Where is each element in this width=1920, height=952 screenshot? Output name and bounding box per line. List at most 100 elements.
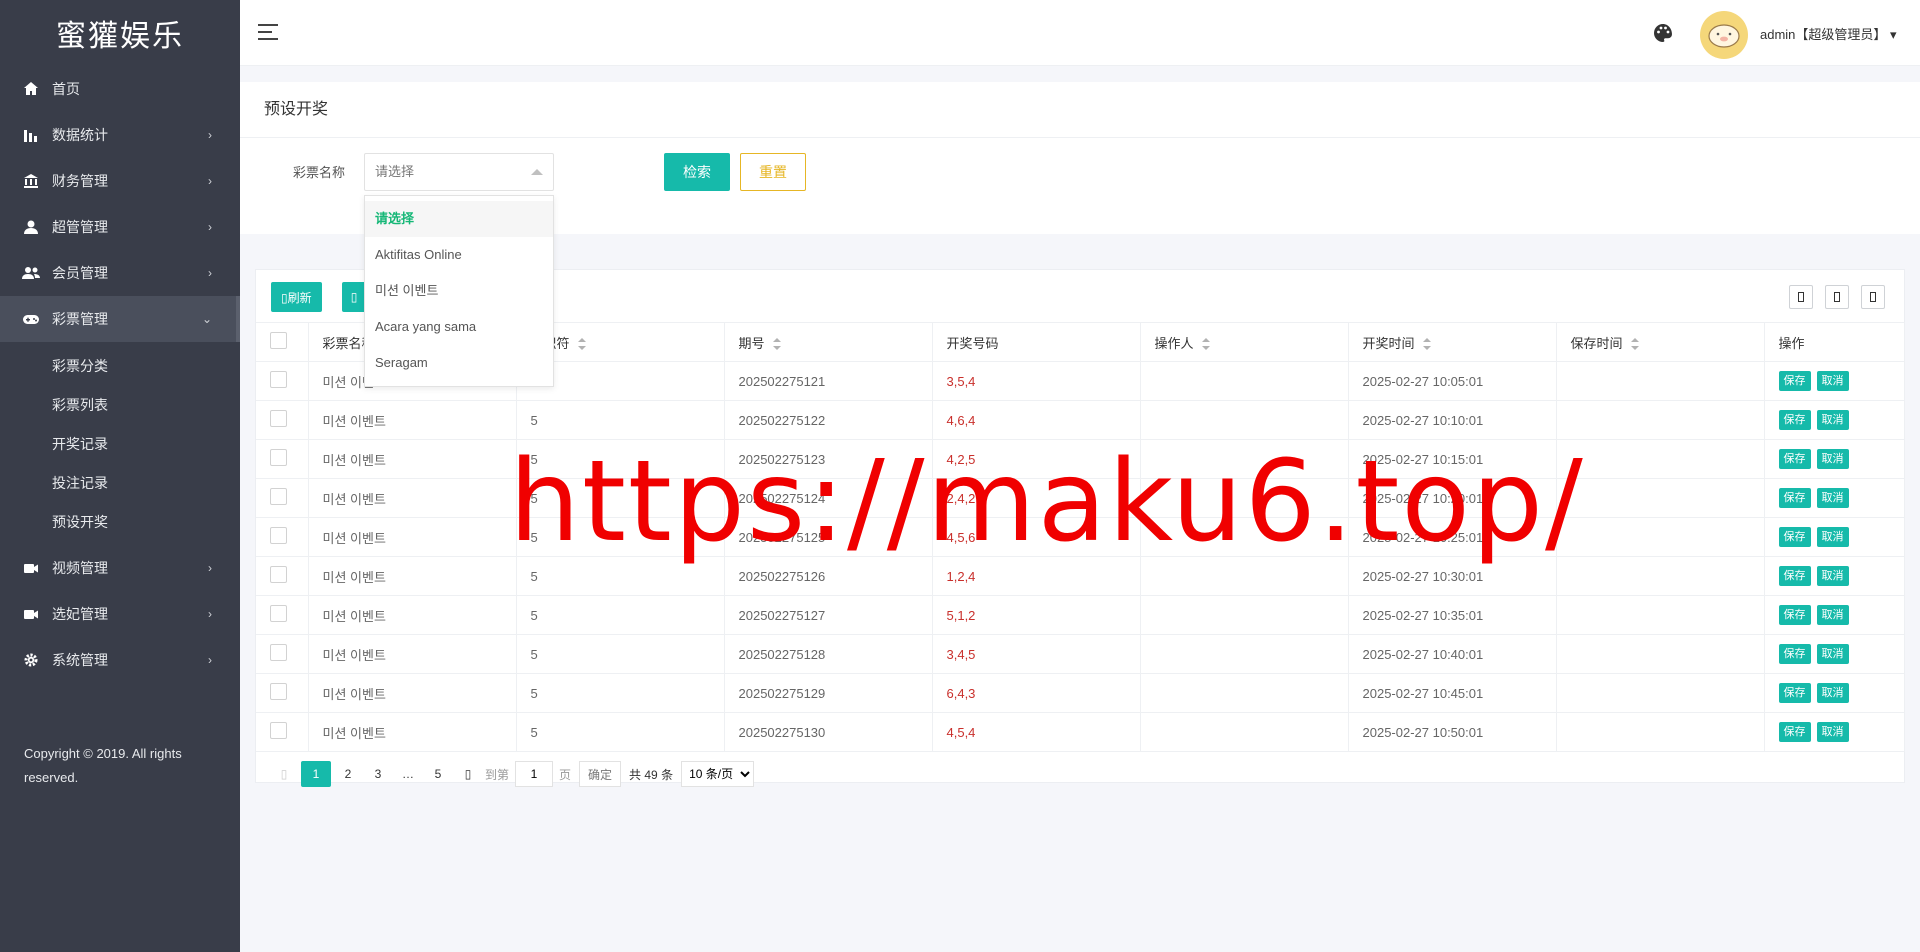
refresh-button[interactable]: ▯刷新: [271, 282, 322, 312]
table-row: 미션 이벤트 5 202502275124 2,4,2 2025-02-27 10:20…: [256, 478, 1905, 518]
cancel-button[interactable]: 取消: [1816, 683, 1849, 703]
save-button[interactable]: 保存: [1778, 605, 1811, 625]
next-page-icon[interactable]: ▯: [455, 761, 481, 787]
toolbar-button-2[interactable]: ▯: [342, 282, 366, 312]
table-cell: 2025-02-27 10:30:01: [1348, 556, 1557, 596]
columns-icon[interactable]: [1789, 285, 1813, 309]
menu-toggle-icon[interactable]: [258, 24, 278, 40]
row-checkbox[interactable]: [270, 644, 287, 661]
submenu-item-4[interactable]: 预设开奖: [0, 502, 240, 541]
lottery-select[interactable]: 请选择: [364, 153, 554, 191]
save-button[interactable]: 保存: [1778, 488, 1811, 508]
palette-icon[interactable]: [1652, 22, 1674, 44]
table-cell: [1140, 712, 1349, 752]
sidebar-item-bottom-0[interactable]: 视频管理 ›: [0, 545, 240, 591]
submenu-item-0[interactable]: 彩票分类: [0, 346, 240, 385]
save-button[interactable]: 保存: [1778, 566, 1811, 586]
sidebar-item-top-0[interactable]: 首页: [0, 66, 240, 112]
table-cell: 2025-02-27 10:20:01: [1348, 478, 1557, 518]
cancel-button[interactable]: 取消: [1816, 527, 1849, 547]
row-select-cell: [256, 400, 309, 440]
sidebar-item-bottom-2[interactable]: 系统管理 ›: [0, 637, 240, 683]
save-button[interactable]: 保存: [1778, 449, 1811, 469]
save-button[interactable]: 保存: [1778, 371, 1811, 391]
column-header[interactable]: 开奖时间: [1348, 322, 1557, 362]
cancel-button[interactable]: 取消: [1816, 371, 1849, 391]
row-select-cell: [256, 634, 309, 674]
row-checkbox[interactable]: [270, 371, 287, 388]
submenu-item-3[interactable]: 投注记录: [0, 463, 240, 502]
cancel-button[interactable]: 取消: [1816, 605, 1849, 625]
row-checkbox[interactable]: [270, 410, 287, 427]
search-button[interactable]: 检索: [664, 153, 730, 191]
row-checkbox[interactable]: [270, 683, 287, 700]
page-input[interactable]: [515, 761, 554, 787]
submenu-item-1[interactable]: 彩票列表: [0, 385, 240, 424]
row-checkbox[interactable]: [270, 449, 287, 466]
print-icon[interactable]: [1861, 285, 1885, 309]
table-cell: [1140, 439, 1349, 479]
reset-button[interactable]: 重置: [740, 153, 806, 191]
table-row: 미션 이벤트 5 202502275128 3,4,5 2025-02-27 10:40…: [256, 634, 1905, 674]
save-button[interactable]: 保存: [1778, 722, 1811, 742]
sidebar-item-top-1[interactable]: 数据统计 ›: [0, 112, 240, 158]
column-header-label: 操作: [1778, 335, 1805, 351]
user-menu[interactable]: admin【超级管理员】 ▾: [1760, 24, 1897, 43]
sort-icon[interactable]: [772, 338, 781, 351]
page-confirm-button[interactable]: 确定: [579, 761, 622, 787]
table-cell: 미션 이벤트: [308, 400, 517, 440]
submenu-item-2[interactable]: 开奖记录: [0, 424, 240, 463]
sidebar-item-top-4[interactable]: 会员管理 ›: [0, 250, 240, 296]
dropdown-option[interactable]: Acara yang sama: [365, 309, 553, 345]
caret-up-icon: [531, 169, 543, 175]
page-link[interactable]: 2: [335, 761, 361, 787]
table-cell: 3,5,4: [932, 361, 1141, 401]
prev-page-icon[interactable]: ▯: [271, 761, 297, 787]
row-checkbox[interactable]: [270, 527, 287, 544]
row-checkbox[interactable]: [270, 488, 287, 505]
column-header: 开奖号码: [932, 322, 1141, 362]
export-icon[interactable]: [1825, 285, 1849, 309]
page-link[interactable]: 1: [301, 761, 331, 787]
save-button[interactable]: 保存: [1778, 410, 1811, 430]
dropdown-option[interactable]: Aktifitas Online: [365, 237, 553, 273]
sidebar-item-top-5[interactable]: 彩票管理 ⌄: [0, 296, 240, 342]
table-cell: 202502275125: [724, 517, 933, 557]
cancel-button[interactable]: 取消: [1816, 566, 1849, 586]
sidebar-item-label: 超管管理: [52, 219, 108, 235]
table-cell: 2025-02-27 10:45:01: [1348, 673, 1557, 713]
select-all-checkbox[interactable]: [270, 332, 287, 349]
page-link[interactable]: 5: [425, 761, 451, 787]
cancel-button[interactable]: 取消: [1816, 488, 1849, 508]
save-button[interactable]: 保存: [1778, 644, 1811, 664]
avatar[interactable]: [1700, 11, 1748, 59]
sidebar-item-bottom-1[interactable]: 选妃管理 ›: [0, 591, 240, 637]
dropdown-option[interactable]: 미션 이벤트: [365, 273, 553, 309]
chevron-right-icon: ›: [208, 220, 212, 234]
sidebar-item-top-2[interactable]: 财务管理 ›: [0, 158, 240, 204]
save-button[interactable]: 保存: [1778, 527, 1811, 547]
table-cell: [1556, 361, 1765, 401]
sidebar-item-top-3[interactable]: 超管管理 ›: [0, 204, 240, 250]
page-size-select[interactable]: 10 条/页: [681, 761, 755, 787]
page-link[interactable]: 3: [365, 761, 391, 787]
chevron-right-icon: ›: [208, 266, 212, 280]
cancel-button[interactable]: 取消: [1816, 410, 1849, 430]
row-checkbox[interactable]: [270, 605, 287, 622]
column-header[interactable]: 保存时间: [1556, 322, 1765, 362]
dropdown-option[interactable]: Seragam: [365, 345, 553, 381]
dropdown-option[interactable]: 请选择: [365, 201, 553, 237]
cancel-button[interactable]: 取消: [1816, 722, 1849, 742]
row-checkbox[interactable]: [270, 722, 287, 739]
sort-icon[interactable]: [577, 338, 586, 351]
cancel-button[interactable]: 取消: [1816, 449, 1849, 469]
row-checkbox[interactable]: [270, 566, 287, 583]
save-button[interactable]: 保存: [1778, 683, 1811, 703]
sort-icon[interactable]: [1630, 338, 1639, 351]
column-header-label: 操作人: [1154, 335, 1194, 351]
sort-icon[interactable]: [1422, 338, 1431, 351]
column-header[interactable]: 期号: [724, 322, 933, 362]
cancel-button[interactable]: 取消: [1816, 644, 1849, 664]
column-header[interactable]: 操作人: [1140, 322, 1349, 362]
sort-icon[interactable]: [1201, 338, 1210, 351]
